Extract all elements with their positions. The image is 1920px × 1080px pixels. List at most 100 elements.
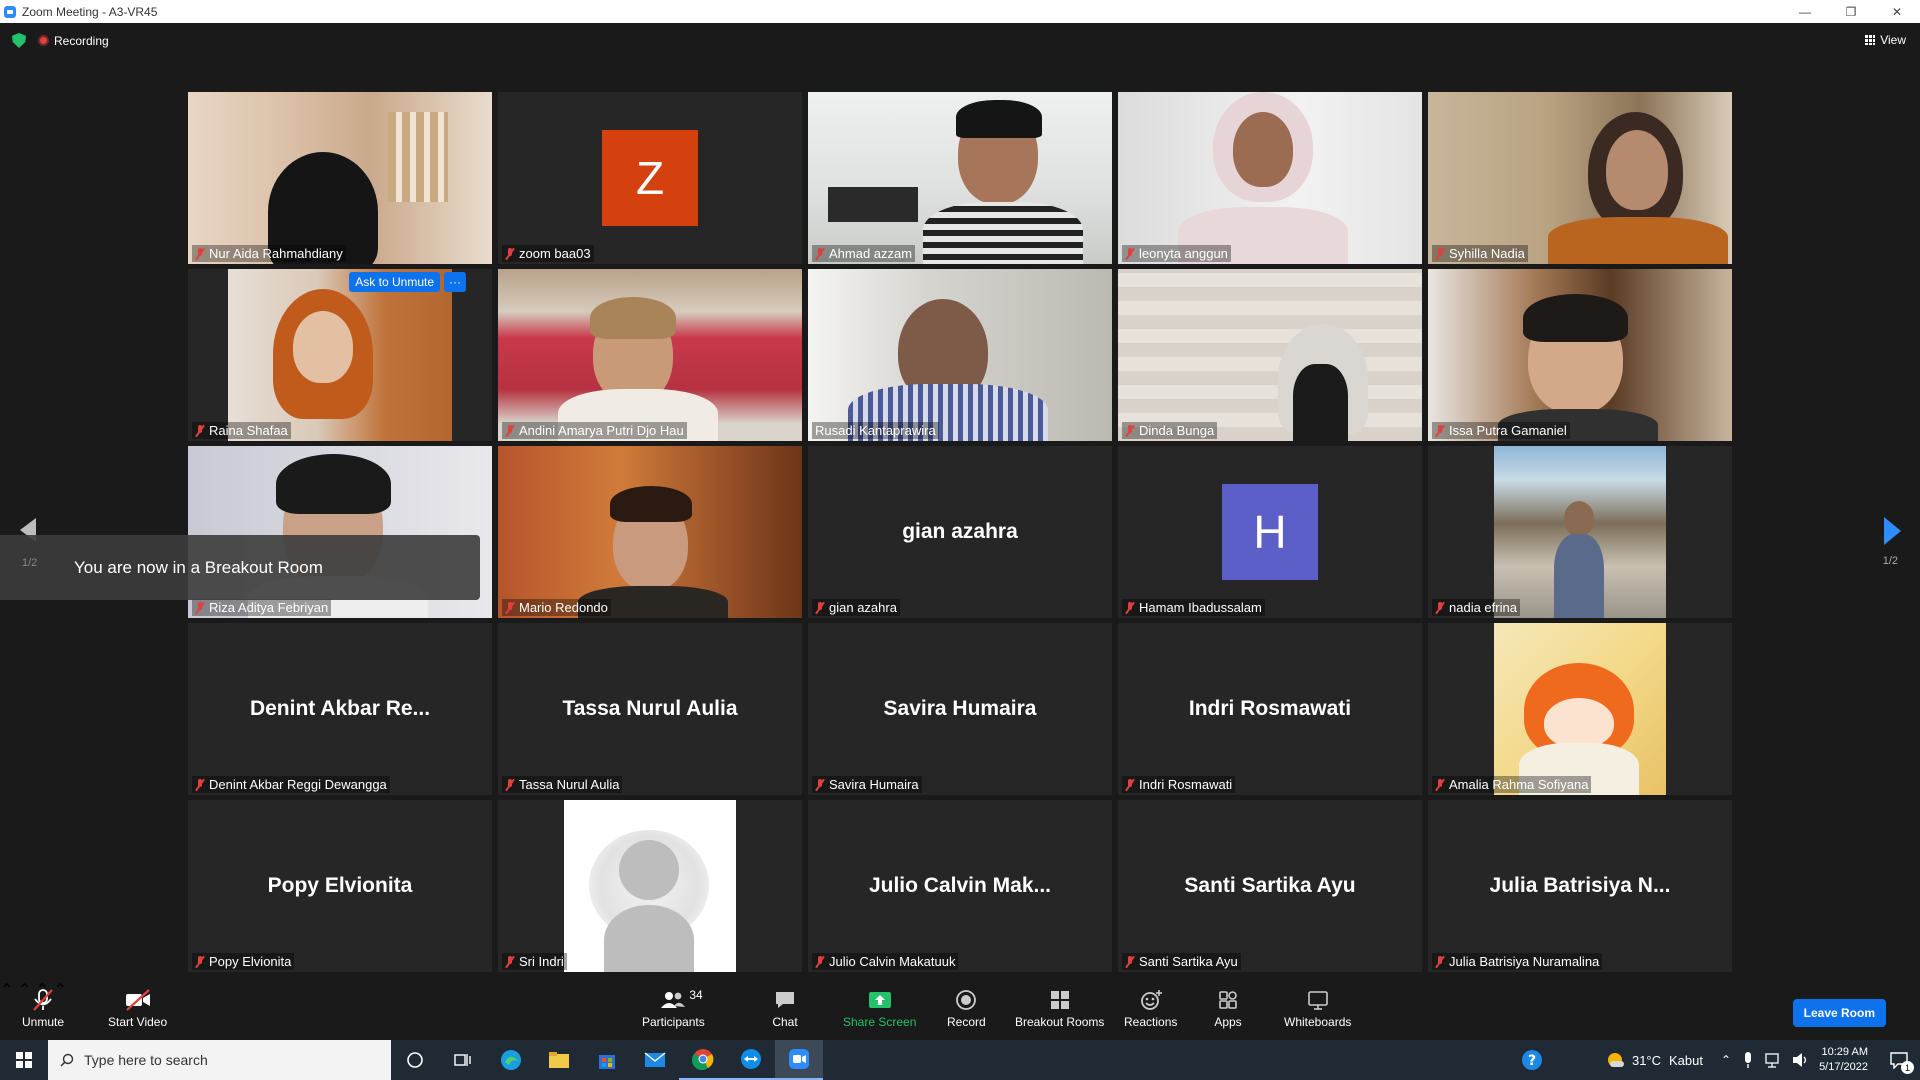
participant-tile[interactable]: Mario Redondo bbox=[498, 446, 802, 618]
participant-name-label: Raina Shafaa bbox=[192, 422, 291, 439]
next-page-arrow-icon[interactable] bbox=[1884, 517, 1901, 545]
mic-muted-icon bbox=[195, 601, 205, 614]
clock-time: 10:29 AM bbox=[1821, 1046, 1868, 1058]
mic-muted-icon bbox=[195, 955, 205, 968]
participant-tile[interactable]: Savira Humaira Savira Humaira bbox=[808, 623, 1112, 795]
whiteboards-button[interactable]: Whiteboards bbox=[1284, 988, 1351, 1029]
participant-tile[interactable]: Z zoom baa03 bbox=[498, 92, 802, 264]
participant-name-label: Amalia Rahma Sofiyana bbox=[1432, 776, 1592, 793]
mic-muted-icon bbox=[1125, 247, 1135, 260]
notifications-button[interactable]: 1 bbox=[1878, 1040, 1920, 1080]
zoom-app-icon bbox=[4, 5, 16, 18]
participant-tile[interactable]: Dinda Bunga bbox=[1118, 269, 1422, 441]
participant-tile[interactable]: Denint Akbar Re... Denint Akbar Reggi De… bbox=[188, 623, 492, 795]
breakout-rooms-button[interactable]: Breakout Rooms bbox=[1015, 988, 1104, 1029]
mic-muted-icon bbox=[1435, 424, 1445, 437]
cortana-icon[interactable] bbox=[391, 1040, 439, 1080]
taskbar-search-input[interactable]: Type here to search bbox=[48, 1040, 391, 1080]
recording-dot-icon bbox=[38, 35, 49, 46]
weather-icon[interactable] bbox=[1606, 1050, 1626, 1070]
help-icon[interactable]: ? bbox=[1508, 1040, 1556, 1080]
participant-name-label: Mario Redondo bbox=[502, 599, 611, 616]
participant-tile[interactable]: Indri Rosmawati Indri Rosmawati bbox=[1118, 623, 1422, 795]
show-hidden-icons-chevron-icon[interactable]: ⌃ bbox=[1721, 1053, 1731, 1067]
participant-name-label: Savira Humaira bbox=[812, 776, 922, 793]
mail-icon[interactable] bbox=[631, 1040, 679, 1080]
recording-label: Recording bbox=[54, 33, 109, 48]
grid-view-icon bbox=[1865, 35, 1876, 45]
share-screen-button[interactable]: Share Screen bbox=[843, 988, 916, 1029]
participant-tile[interactable]: Ahmad azzam bbox=[808, 92, 1112, 264]
participant-name-label: Indri Rosmawati bbox=[1122, 776, 1236, 793]
participant-video bbox=[1428, 269, 1732, 441]
zoom-taskbar-icon[interactable] bbox=[775, 1040, 823, 1080]
edge-browser-icon[interactable] bbox=[487, 1040, 535, 1080]
leave-room-button[interactable]: Leave Room bbox=[1792, 999, 1886, 1027]
more-options-button[interactable]: ··· bbox=[444, 272, 466, 292]
participant-tile-active-speaker[interactable]: Rusadi Kantaprawira bbox=[808, 269, 1112, 441]
participant-tile[interactable]: Julio Calvin Mak... Julio Calvin Makatuu… bbox=[808, 800, 1112, 972]
view-button[interactable]: View bbox=[1865, 33, 1906, 47]
mic-muted-icon bbox=[195, 424, 205, 437]
participant-tile[interactable]: nadia efrina bbox=[1428, 446, 1732, 618]
participant-tile[interactable]: Nur Aida Rahmahdiany bbox=[188, 92, 492, 264]
participant-display-name: Denint Akbar Re... bbox=[249, 697, 431, 720]
participant-tile[interactable]: Santi Sartika Ayu Santi Sartika Ayu bbox=[1118, 800, 1422, 972]
participant-tile[interactable]: Sri Indri bbox=[498, 800, 802, 972]
store-icon[interactable] bbox=[583, 1040, 631, 1080]
whiteboard-icon bbox=[1304, 988, 1332, 1012]
svg-text:?: ? bbox=[1528, 1053, 1536, 1069]
participant-video bbox=[228, 269, 452, 441]
task-view-icon[interactable] bbox=[439, 1040, 487, 1080]
start-video-button[interactable]: Start Video bbox=[108, 988, 167, 1029]
participant-name-label: Issa Putra Gamaniel bbox=[1432, 422, 1570, 439]
chat-button[interactable]: Chat bbox=[771, 988, 799, 1029]
volume-icon[interactable] bbox=[1791, 1051, 1809, 1069]
recording-indicator[interactable]: Recording bbox=[38, 34, 109, 48]
mic-muted-icon bbox=[29, 988, 57, 1012]
participant-tile[interactable]: Andini Amarya Putri Djo Hau bbox=[498, 269, 802, 441]
reactions-button[interactable]: Reactions bbox=[1124, 988, 1177, 1029]
participant-tile[interactable]: leonyta anggun bbox=[1118, 92, 1422, 264]
participant-video bbox=[1494, 446, 1666, 618]
participant-tile[interactable]: gian azahra gian azahra bbox=[808, 446, 1112, 618]
chrome-icon[interactable] bbox=[679, 1040, 727, 1080]
start-button[interactable] bbox=[0, 1040, 48, 1080]
participant-tile[interactable]: Issa Putra Gamaniel bbox=[1428, 269, 1732, 441]
participant-tile[interactable]: Julia Batrisiya N... Julia Batrisiya Nur… bbox=[1428, 800, 1732, 972]
participants-button[interactable]: 34 Participants bbox=[642, 988, 705, 1029]
unmute-button[interactable]: Unmute bbox=[22, 988, 64, 1029]
clock[interactable]: 10:29 AM 5/17/2022 bbox=[1819, 1045, 1868, 1075]
participant-tile[interactable]: Tassa Nurul Aulia Tassa Nurul Aulia bbox=[498, 623, 802, 795]
participant-tile[interactable]: Ask to Unmute ··· Raina Shafaa bbox=[188, 269, 492, 441]
participant-video bbox=[1118, 92, 1422, 264]
teamviewer-icon[interactable] bbox=[727, 1040, 775, 1080]
participant-display-name: Julia Batrisiya N... bbox=[1489, 874, 1671, 897]
participant-avatar: H bbox=[1222, 484, 1318, 580]
participant-video bbox=[1428, 92, 1732, 264]
record-button[interactable]: Record bbox=[947, 988, 986, 1029]
participant-name-label: nadia efrina bbox=[1432, 599, 1520, 616]
mic-muted-icon bbox=[815, 601, 825, 614]
participant-tile[interactable]: Syhilla Nadia bbox=[1428, 92, 1732, 264]
mic-muted-icon bbox=[1435, 778, 1445, 791]
participant-name-label: Hamam Ibadussalam bbox=[1122, 599, 1265, 616]
microphone-icon[interactable] bbox=[1741, 1051, 1755, 1069]
participant-tile[interactable]: H Hamam Ibadussalam bbox=[1118, 446, 1422, 618]
breakout-rooms-icon bbox=[1046, 988, 1074, 1012]
window-title: Zoom Meeting - A3-VR45 bbox=[22, 4, 158, 19]
file-explorer-icon[interactable] bbox=[535, 1040, 583, 1080]
participant-tile[interactable]: Popy Elvionita Popy Elvionita bbox=[188, 800, 492, 972]
audio-options-caret-icon[interactable]: ⌃ bbox=[0, 982, 13, 999]
security-shield-icon[interactable] bbox=[12, 33, 26, 48]
close-button[interactable]: ✕ bbox=[1874, 0, 1920, 23]
participant-video bbox=[498, 269, 802, 441]
minimize-button[interactable]: — bbox=[1782, 0, 1828, 23]
participant-tile[interactable]: Amalia Rahma Sofiyana bbox=[1428, 623, 1732, 795]
participant-video bbox=[808, 92, 1112, 264]
participant-name-label: Popy Elvionita bbox=[192, 953, 295, 970]
ask-to-unmute-button[interactable]: Ask to Unmute bbox=[349, 272, 440, 292]
restore-button[interactable]: ❐ bbox=[1828, 0, 1874, 23]
apps-button[interactable]: Apps bbox=[1214, 988, 1242, 1029]
network-icon[interactable] bbox=[1763, 1051, 1783, 1069]
